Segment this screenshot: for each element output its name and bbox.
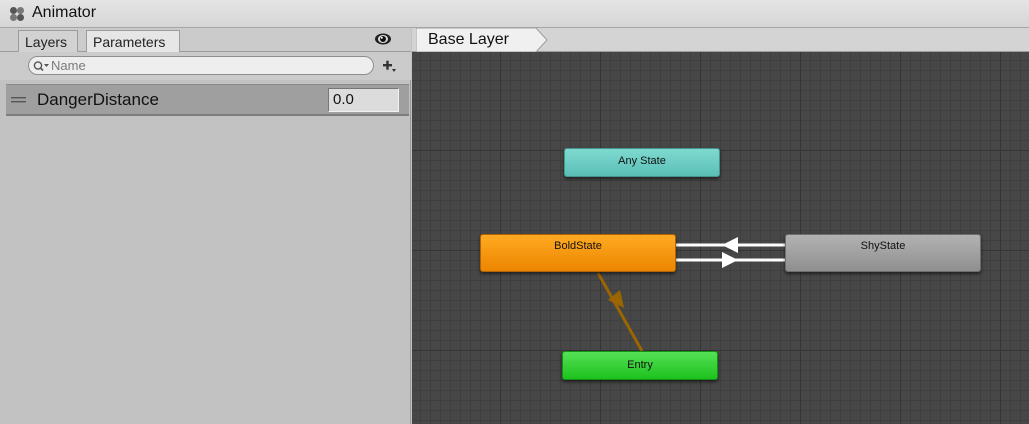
window-titlebar: Animator — [0, 0, 1029, 28]
transition-arrow-bold-to-shy — [722, 252, 738, 268]
search-row — [0, 52, 411, 80]
window-title: Animator — [32, 4, 97, 21]
parameters-panel: Layers Parameters Name DangerDistance 0.… — [0, 28, 411, 424]
tab-layers[interactable]: Layers — [18, 30, 78, 52]
state-any-state[interactable]: Any State — [564, 148, 720, 177]
plus-icon — [383, 60, 396, 72]
state-bold-state[interactable]: BoldState — [480, 234, 676, 272]
panel-tabbar: Layers Parameters — [0, 28, 411, 52]
transition-entry-to-bold[interactable] — [596, 272, 644, 352]
search-input[interactable] — [51, 58, 361, 73]
search-icon[interactable] — [33, 60, 51, 72]
parameter-name[interactable]: DangerDistance — [37, 90, 159, 110]
breadcrumb-base-layer[interactable]: Base Layer — [428, 31, 509, 49]
transition-arrow-shy-to-bold — [722, 237, 738, 253]
graph-header: Base Layer — [412, 28, 1029, 52]
search-field[interactable] — [28, 56, 374, 75]
eye-icon[interactable] — [374, 32, 392, 46]
drag-handle-icon[interactable] — [11, 96, 26, 104]
add-parameter-button[interactable] — [380, 58, 398, 74]
state-entry[interactable]: Entry — [562, 351, 718, 380]
tab-parameters[interactable]: Parameters — [86, 30, 180, 52]
parameter-value-field[interactable]: 0.0 — [328, 88, 399, 112]
animator-icon — [10, 7, 24, 21]
parameter-row[interactable]: DangerDistance 0.0 — [6, 84, 409, 116]
state-machine-graph[interactable]: Any State BoldState ShyState Entry — [412, 52, 1029, 424]
state-shy-state[interactable]: ShyState — [785, 234, 981, 272]
